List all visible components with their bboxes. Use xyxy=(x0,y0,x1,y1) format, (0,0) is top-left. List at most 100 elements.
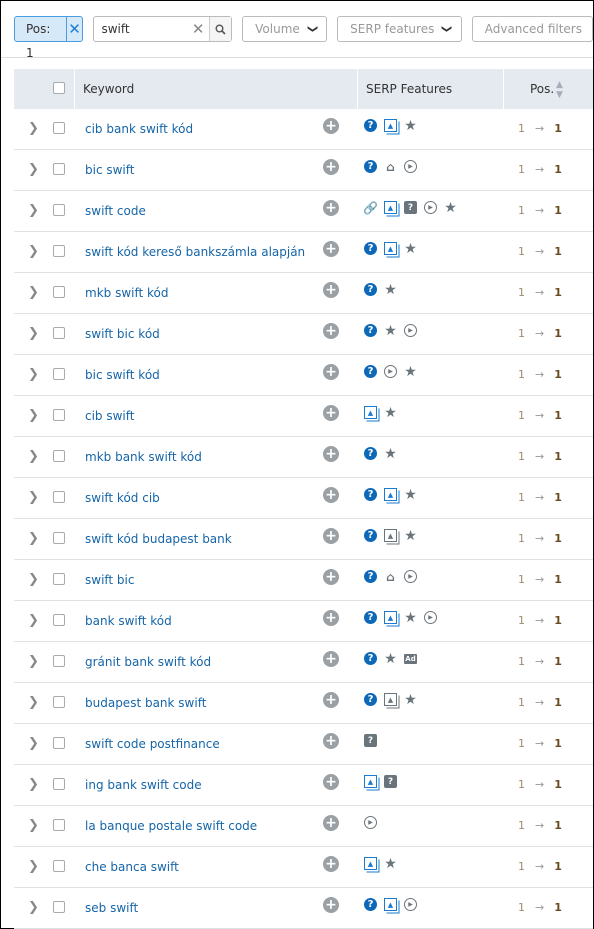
add-keyword-icon[interactable]: + xyxy=(323,487,339,503)
row-checkbox[interactable] xyxy=(53,245,65,257)
row-checkbox[interactable] xyxy=(53,327,65,339)
add-keyword-icon[interactable]: + xyxy=(323,200,339,216)
row-checkbox[interactable] xyxy=(53,901,65,913)
previous-position: 1 xyxy=(518,450,525,463)
row-checkbox[interactable] xyxy=(53,163,65,175)
row-checkbox[interactable] xyxy=(53,450,65,462)
expand-row-icon[interactable]: ❯ xyxy=(28,285,39,300)
arrow-right-icon: → xyxy=(535,450,545,463)
expand-row-icon[interactable]: ❯ xyxy=(28,572,39,587)
add-keyword-icon[interactable]: + xyxy=(323,569,339,585)
add-keyword-icon[interactable]: + xyxy=(323,528,339,544)
keyword-link[interactable]: bank swift kód xyxy=(85,614,172,628)
keyword-link[interactable]: swift kód cib xyxy=(85,491,160,505)
add-keyword-icon[interactable]: + xyxy=(323,897,339,913)
add-keyword-icon[interactable]: + xyxy=(323,241,339,257)
expand-row-icon[interactable]: ❯ xyxy=(28,777,39,792)
serp-features-dropdown[interactable]: SERP features ❯ xyxy=(337,16,462,42)
row-checkbox[interactable] xyxy=(53,204,65,216)
add-keyword-icon[interactable]: + xyxy=(323,774,339,790)
add-keyword-icon[interactable]: + xyxy=(323,610,339,626)
expand-row-icon[interactable]: ❯ xyxy=(28,449,39,464)
add-keyword-icon[interactable]: + xyxy=(323,651,339,667)
expand-row-icon[interactable]: ❯ xyxy=(28,613,39,628)
keyword-link[interactable]: mkb bank swift kód xyxy=(85,450,202,464)
expand-row-icon[interactable]: ❯ xyxy=(28,121,39,136)
add-keyword-icon[interactable]: + xyxy=(323,118,339,134)
row-checkbox[interactable] xyxy=(53,122,65,134)
volume-dropdown[interactable]: Volume ❯ xyxy=(242,16,328,42)
keyword-link[interactable]: swift bic kód xyxy=(85,327,160,341)
row-checkbox[interactable] xyxy=(53,778,65,790)
expand-row-icon[interactable]: ❯ xyxy=(28,367,39,382)
keyword-link[interactable]: gránit bank swift kód xyxy=(85,655,211,669)
expand-row-icon[interactable]: ❯ xyxy=(28,203,39,218)
keyword-link[interactable]: cib swift xyxy=(85,409,134,423)
keyword-link[interactable]: ing bank swift code xyxy=(85,778,202,792)
keyword-link[interactable]: swift kód kereső bankszámla alapján xyxy=(85,245,305,259)
expand-row-icon[interactable]: ❯ xyxy=(28,244,39,259)
table-row: ❯ che banca swift + ▲ ★ 1 → 1 xyxy=(14,847,593,888)
expand-row-icon[interactable]: ❯ xyxy=(28,818,39,833)
star-icon: ★ xyxy=(404,117,417,134)
keyword-link[interactable]: swift bic xyxy=(85,573,134,587)
expand-row-icon[interactable]: ❯ xyxy=(28,408,39,423)
keyword-link[interactable]: cib bank swift kód xyxy=(85,122,193,136)
row-checkbox[interactable] xyxy=(53,573,65,585)
keyword-link[interactable]: la banque postale swift code xyxy=(85,819,257,833)
clear-search-icon[interactable]: ✕ xyxy=(187,17,209,41)
keyword-link[interactable]: che banca swift xyxy=(85,860,179,874)
advanced-filters-dropdown[interactable]: Advanced filters xyxy=(471,16,593,42)
keyword-link[interactable]: swift kód budapest bank xyxy=(85,532,232,546)
row-checkbox[interactable] xyxy=(53,655,65,667)
add-keyword-icon[interactable]: + xyxy=(323,282,339,298)
add-keyword-icon[interactable]: + xyxy=(323,733,339,749)
add-keyword-icon[interactable]: + xyxy=(323,405,339,421)
row-checkbox[interactable] xyxy=(53,737,65,749)
search-input[interactable]: swift xyxy=(94,17,187,41)
search-button[interactable] xyxy=(209,17,232,41)
row-checkbox[interactable] xyxy=(53,286,65,298)
row-checkbox[interactable] xyxy=(53,614,65,626)
keyword-link[interactable]: bic swift xyxy=(85,163,134,177)
row-checkbox[interactable] xyxy=(53,860,65,872)
add-keyword-icon[interactable]: + xyxy=(323,159,339,175)
keyword-link[interactable]: budapest bank swift xyxy=(85,696,206,710)
select-all-checkbox[interactable] xyxy=(53,82,65,94)
sort-icon[interactable]: ▲ ▼ xyxy=(556,80,563,100)
expand-row-icon[interactable]: ❯ xyxy=(28,736,39,751)
keyword-link[interactable]: seb swift xyxy=(85,901,138,915)
expand-row-icon[interactable]: ❯ xyxy=(28,531,39,546)
table-row: ❯ bank swift kód + ? ▲ ★ ▶ 1 → 1 xyxy=(14,601,593,642)
divider xyxy=(1,57,593,58)
row-checkbox[interactable] xyxy=(53,532,65,544)
expand-row-icon[interactable]: ❯ xyxy=(28,695,39,710)
table-row: ❯ swift code postfinance + ? 1 → 1 xyxy=(14,724,593,765)
add-keyword-icon[interactable]: + xyxy=(323,323,339,339)
add-keyword-icon[interactable]: + xyxy=(323,815,339,831)
expand-row-icon[interactable]: ❯ xyxy=(28,326,39,341)
expand-row-icon[interactable]: ❯ xyxy=(28,900,39,915)
add-keyword-icon[interactable]: + xyxy=(323,446,339,462)
row-checkbox[interactable] xyxy=(53,819,65,831)
add-keyword-icon[interactable]: + xyxy=(323,364,339,380)
keyword-link[interactable]: mkb swift kód xyxy=(85,286,168,300)
keyword-link[interactable]: bic swift kód xyxy=(85,368,160,382)
keyword-link[interactable]: swift code xyxy=(85,204,146,218)
row-checkbox[interactable] xyxy=(53,491,65,503)
add-keyword-icon[interactable]: + xyxy=(323,856,339,872)
expand-row-icon[interactable]: ❯ xyxy=(28,162,39,177)
pos-column-header[interactable]: Pos. xyxy=(530,69,554,109)
row-checkbox[interactable] xyxy=(53,409,65,421)
expand-row-icon[interactable]: ❯ xyxy=(28,859,39,874)
row-checkbox[interactable] xyxy=(53,696,65,708)
position-filter-chip[interactable]: Pos: 1 ✕ xyxy=(14,16,84,60)
row-checkbox[interactable] xyxy=(53,368,65,380)
add-keyword-icon[interactable]: + xyxy=(323,692,339,708)
keyword-column-header[interactable]: Keyword xyxy=(83,69,134,109)
remove-filter-icon[interactable]: ✕ xyxy=(67,17,83,41)
keyword-link[interactable]: swift code postfinance xyxy=(85,737,220,751)
expand-row-icon[interactable]: ❯ xyxy=(28,654,39,669)
expand-row-icon[interactable]: ❯ xyxy=(28,490,39,505)
position-filter-label[interactable]: Pos: 1 xyxy=(15,17,67,60)
